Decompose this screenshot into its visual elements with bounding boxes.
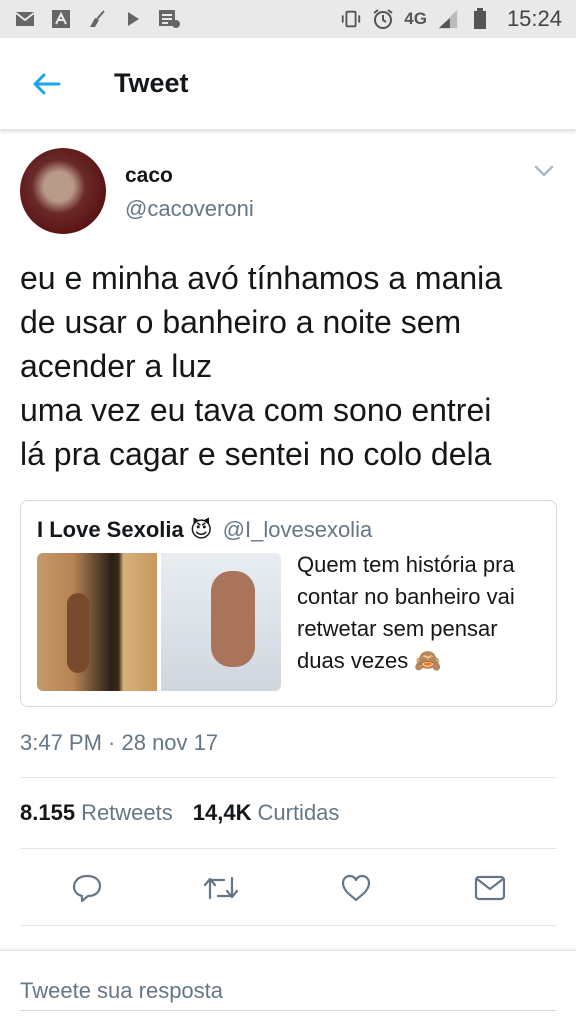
devil-emoji: 😈: [189, 517, 213, 542]
tweet-header: caco @cacoveroni: [20, 148, 556, 236]
checklist-icon: [158, 9, 180, 29]
retweets-label[interactable]: Retweets: [81, 800, 173, 826]
reply-bar: [0, 950, 576, 1024]
quoted-image-2[interactable]: [161, 553, 281, 691]
likes-count[interactable]: 14,4K: [193, 800, 252, 826]
chevron-down-icon[interactable]: [532, 162, 556, 180]
likes-label[interactable]: Curtidas: [258, 800, 340, 826]
message-button[interactable]: [462, 860, 518, 916]
tweet-timestamp: 3:47 PM · 28 nov 17: [20, 730, 219, 755]
vibrate-icon: [340, 9, 362, 29]
page-title: Tweet: [114, 68, 189, 98]
network-type: 4G: [404, 9, 427, 28]
back-arrow-icon: [33, 73, 61, 94]
like-button[interactable]: [328, 860, 384, 916]
app-bar: Tweet: [0, 38, 576, 130]
retweets-count[interactable]: 8.155: [20, 800, 75, 826]
back-button[interactable]: [16, 54, 76, 114]
divider: [20, 777, 557, 778]
tweet-actions: [20, 860, 557, 916]
retweet-icon: [204, 876, 239, 900]
quoted-author-name: I Love Sexolia: [37, 517, 184, 542]
quoted-tweet-text: Quem tem história pra contar no banheiro…: [297, 552, 515, 673]
quoted-tweet[interactable]: I Love Sexolia 😈 @I_lovesexolia Quem tem…: [20, 500, 557, 707]
tweet-stats: 8.155 Retweets 14,4K Curtidas: [20, 800, 353, 826]
status-bar: 4G 15:24: [0, 0, 576, 38]
mail-icon: [474, 875, 505, 901]
reply-button[interactable]: [59, 860, 115, 916]
heart-icon: [341, 874, 370, 902]
signal-icon: [437, 9, 459, 29]
reply-input[interactable]: [20, 971, 556, 1011]
app-icon: [50, 9, 72, 29]
quoted-image-1[interactable]: [37, 553, 157, 691]
tweet-text: eu e minha avó tínhamos a mania de usar …: [20, 260, 503, 472]
author-handle[interactable]: @cacoveroni: [125, 196, 254, 222]
author-name[interactable]: caco: [125, 164, 173, 188]
quoted-media[interactable]: [37, 553, 281, 691]
reply-icon: [73, 874, 102, 903]
cleaner-icon: [86, 9, 108, 29]
play-icon: [122, 9, 144, 29]
quoted-tweet-header: I Love Sexolia 😈 @I_lovesexolia: [37, 517, 372, 543]
battery-icon: [469, 8, 491, 29]
avatar[interactable]: [20, 148, 106, 234]
quoted-author-handle: @I_lovesexolia: [222, 517, 373, 542]
alarm-icon: [372, 9, 394, 29]
mail-icon: [14, 9, 36, 29]
clock: 15:24: [506, 6, 562, 31]
retweet-button[interactable]: [193, 860, 249, 916]
divider: [20, 925, 557, 926]
divider: [20, 848, 557, 849]
